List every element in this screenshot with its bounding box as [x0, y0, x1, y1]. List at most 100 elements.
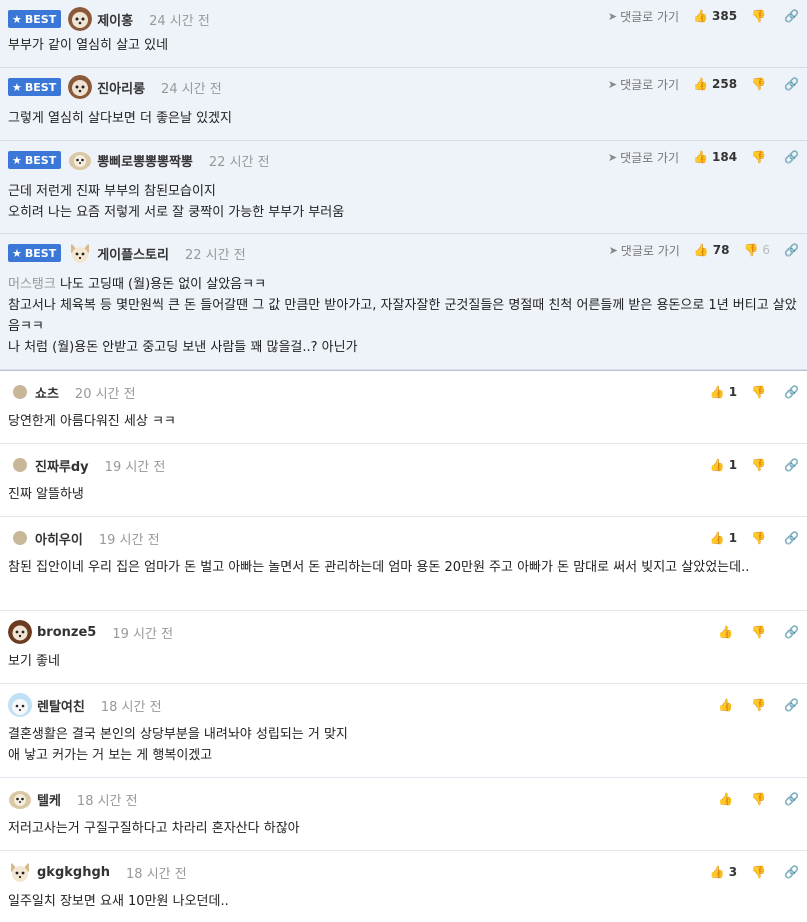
- upvote-button[interactable]: 👍: [718, 625, 737, 639]
- avatar[interactable]: [68, 75, 93, 99]
- nickname[interactable]: 아히우이: [35, 529, 83, 548]
- comment-header: 렌탈여친 18 시간 전: [8, 693, 162, 717]
- downvote-button[interactable]: 👎: [751, 77, 770, 91]
- downvote-button[interactable]: 👎: [751, 531, 770, 545]
- thumbs-down-icon: 👎: [751, 150, 767, 164]
- nickname[interactable]: 게이플스토리: [97, 244, 169, 263]
- downvote-button[interactable]: 👎: [751, 792, 770, 806]
- upvote-button[interactable]: 👍 1: [710, 385, 737, 399]
- comment-header: ★ BEST 진아리롱 24 시간 전: [8, 75, 222, 99]
- comment-header: 텔케 18 시간 전: [8, 788, 138, 810]
- upvote-button[interactable]: 👍 184: [693, 150, 737, 164]
- star-icon: ★: [12, 153, 22, 167]
- thumbs-down-icon: 👎: [751, 865, 767, 879]
- nickname[interactable]: 텔케: [37, 790, 61, 809]
- avatar[interactable]: [8, 860, 32, 884]
- nickname[interactable]: 진아리롱: [97, 78, 145, 97]
- nickname[interactable]: 쇼츠: [35, 383, 59, 402]
- comment-actions: 👍 👎 🔗: [718, 697, 799, 713]
- thumbs-down-icon: 👎: [751, 9, 767, 23]
- nickname[interactable]: 제이홍: [97, 10, 133, 29]
- link-icon[interactable]: 🔗: [784, 698, 799, 712]
- downvote-button[interactable]: 👎: [751, 150, 770, 164]
- upvote-button[interactable]: 👍 1: [710, 531, 737, 545]
- comment-text: 근데 저런게 진짜 부부의 참된모습이지 오히려 나는 요즘 저렇게 서로 잘 …: [8, 184, 345, 220]
- go-to-reply-link[interactable]: ➤ 댓글로 가기: [608, 8, 679, 25]
- link-icon[interactable]: 🔗: [784, 150, 799, 164]
- link-icon[interactable]: 🔗: [784, 458, 799, 472]
- upvote-button[interactable]: 👍 258: [693, 77, 737, 91]
- downvote-button[interactable]: 👎: [751, 698, 770, 712]
- avatar[interactable]: [68, 148, 92, 172]
- downvote-button[interactable]: 👎: [751, 865, 770, 879]
- avatar[interactable]: [13, 531, 27, 545]
- thumbs-down-icon: 👎: [751, 458, 767, 472]
- comment-actions: ➤ 댓글로 가기 👍 385 👎 🔗: [608, 8, 799, 24]
- link-icon[interactable]: 🔗: [784, 792, 799, 806]
- comment-header: 아히우이 19 시간 전: [8, 527, 160, 549]
- avatar[interactable]: [8, 787, 32, 811]
- timestamp: 24 시간 전: [161, 81, 222, 97]
- nickname[interactable]: gkgkghgh: [37, 865, 110, 880]
- avatar[interactable]: [68, 7, 93, 31]
- comment-actions: ➤ 댓글로 가기 👍 258 👎 🔗: [608, 76, 799, 92]
- thumbs-up-icon: 👍: [709, 865, 725, 879]
- thumbs-up-icon: 👍: [709, 385, 725, 399]
- comment-text: 참된 집안이네 우리 집은 엄마가 돈 벌고 아빠는 놀면서 돈 관리하는데 엄…: [8, 560, 750, 575]
- star-icon: ★: [12, 246, 22, 260]
- link-icon[interactable]: 🔗: [784, 865, 799, 879]
- link-icon[interactable]: 🔗: [784, 385, 799, 399]
- link-icon[interactable]: 🔗: [784, 531, 799, 545]
- nickname[interactable]: 뽕삐로뽕뽕뽕짝뽕: [97, 151, 193, 170]
- thumbs-down-icon: 👎: [751, 531, 767, 545]
- downvote-button[interactable]: 👎: [751, 458, 770, 472]
- mention[interactable]: 머스탱크: [8, 277, 56, 292]
- comment-text: 부부가 같이 열심히 살고 있네: [8, 38, 169, 53]
- comment: 텔케 18 시간 전 👍 👎 🔗 저러고사는거 구질구질하다고 차라리 혼자산다…: [0, 778, 807, 851]
- avatar[interactable]: [68, 241, 92, 265]
- comment-text: 당연한게 아름다워진 세상 ㅋㅋ: [8, 414, 176, 429]
- avatar[interactable]: [8, 693, 32, 717]
- nickname[interactable]: 렌탈여친: [37, 696, 85, 715]
- go-to-reply-link[interactable]: ➤ 댓글로 가기: [608, 76, 679, 93]
- timestamp: 18 시간 전: [100, 699, 162, 715]
- upvote-button[interactable]: 👍 1: [710, 458, 737, 472]
- avatar[interactable]: [8, 620, 32, 644]
- thumbs-up-icon: 👍: [693, 9, 709, 23]
- upvote-button[interactable]: 👍: [718, 698, 737, 712]
- downvote-button[interactable]: 👎: [751, 9, 770, 23]
- timestamp: 19 시간 전: [98, 532, 160, 548]
- link-icon[interactable]: 🔗: [784, 9, 799, 23]
- comment-actions: 👍 1 👎 🔗: [710, 384, 799, 400]
- comment-header: ★ BEST 뽕삐로뽕뽕뽕짝뽕 22 시간 전: [8, 149, 270, 171]
- comment-actions: ➤ 댓글로 가기 👍 184 👎 🔗: [608, 149, 799, 165]
- go-to-reply-link[interactable]: ➤ 댓글로 가기: [608, 149, 679, 166]
- comment-text: 결혼생활은 결국 본인의 상당부분을 내려놔야 성립되는 거 맞지 애 낳고 커…: [8, 727, 348, 763]
- link-icon[interactable]: 🔗: [784, 243, 799, 257]
- star-icon: ★: [12, 12, 22, 26]
- avatar[interactable]: [13, 458, 27, 472]
- downvote-button[interactable]: 👎: [751, 625, 770, 639]
- best-comment: ★ BEST 진아리롱 24 시간 전 ➤ 댓글로 가기 👍 258 👎 🔗 그렇게 …: [0, 68, 807, 141]
- comment: 쇼츠 20 시간 전 👍 1 👎 🔗 당연한게 아름다워진 세상 ㅋㅋ: [0, 371, 807, 444]
- comment: 진짜루dy 19 시간 전 👍 1 👎 🔗 진짜 알뜰하냉: [0, 444, 807, 517]
- timestamp: 20 시간 전: [74, 386, 136, 402]
- comment: 렌탈여친 18 시간 전 👍 👎 🔗 결혼생활은 결국 본인의 상당부분을 내려…: [0, 684, 807, 778]
- upvote-button[interactable]: 👍: [718, 792, 737, 806]
- avatar[interactable]: [13, 385, 27, 399]
- comment-header: gkgkghgh 18 시간 전: [8, 861, 187, 883]
- upvote-button[interactable]: 👍 385: [693, 9, 737, 23]
- upvote-button[interactable]: 👍 78: [694, 243, 730, 257]
- downvote-button[interactable]: 👎: [751, 385, 770, 399]
- go-to-reply-link[interactable]: ➤ 댓글로 가기: [609, 242, 680, 259]
- upvote-button[interactable]: 👍 3: [710, 865, 737, 879]
- send-icon: ➤: [607, 150, 618, 164]
- link-icon[interactable]: 🔗: [784, 625, 799, 639]
- timestamp: 19 시간 전: [112, 626, 174, 642]
- best-badge: ★ BEST: [8, 244, 62, 262]
- nickname[interactable]: 진짜루dy: [35, 456, 89, 475]
- link-icon[interactable]: 🔗: [784, 77, 799, 91]
- nickname[interactable]: bronze5: [37, 625, 96, 640]
- downvote-button[interactable]: 👎 6: [743, 243, 770, 257]
- best-comment: ★ BEST 게이플스토리 22 시간 전 ➤ 댓글로 가기 👍 78 👎 6 🔗 머스…: [0, 234, 807, 370]
